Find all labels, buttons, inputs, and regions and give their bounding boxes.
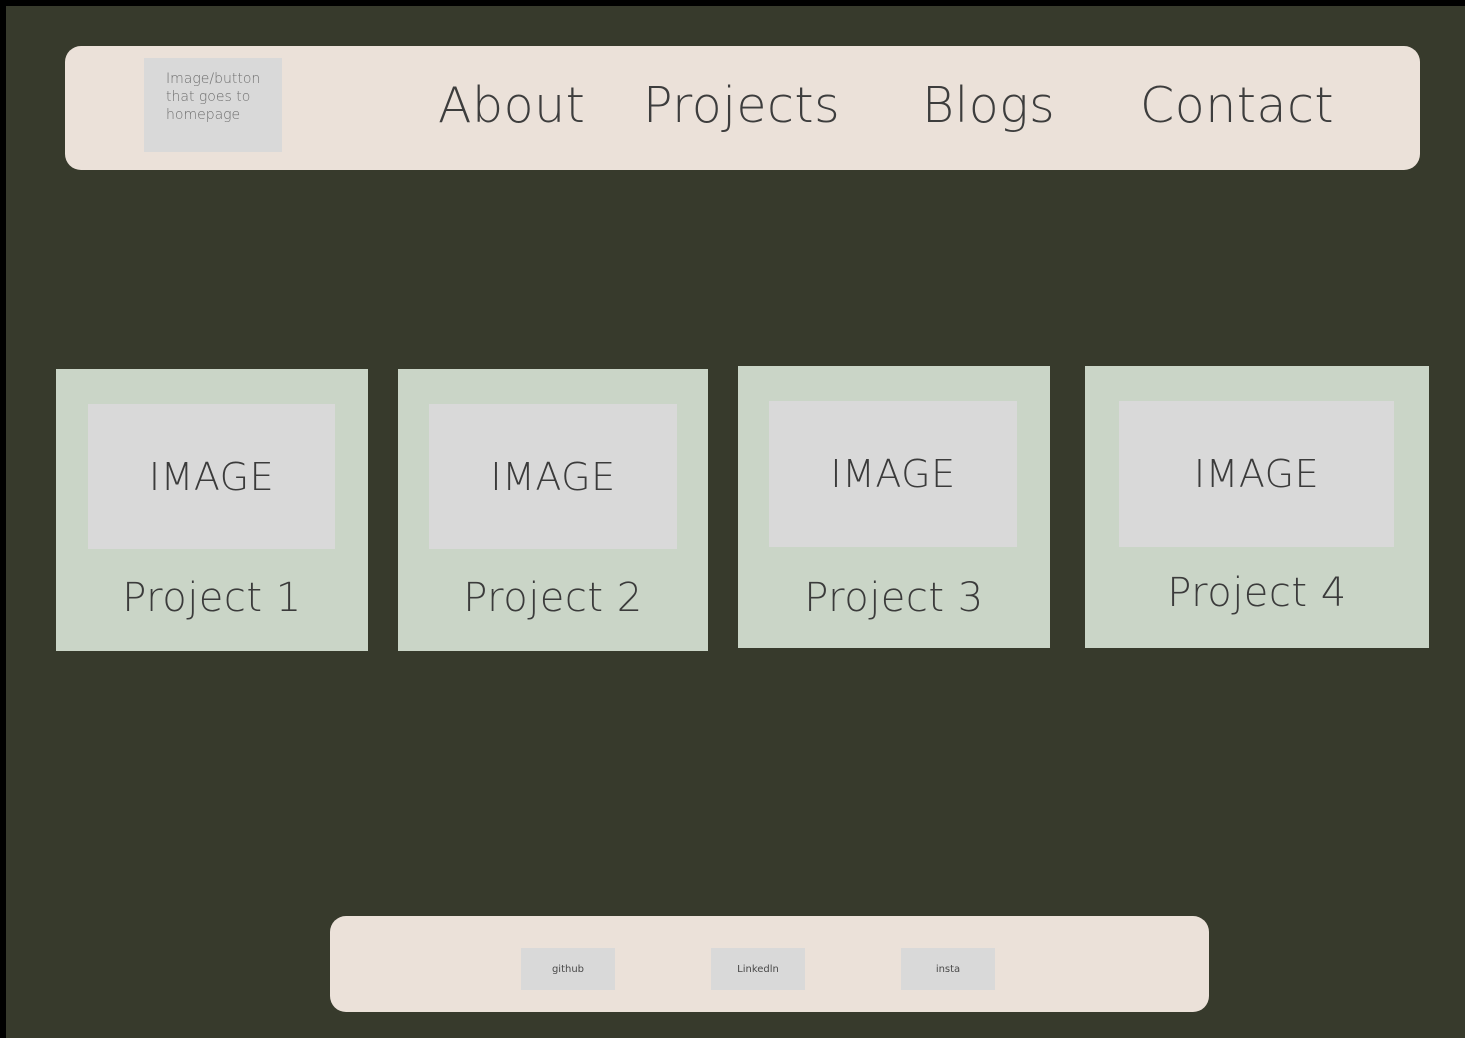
project-card-4[interactable]: IMAGE Project 4 bbox=[1085, 366, 1429, 648]
home-button-label: Image/button that goes to homepage bbox=[166, 71, 261, 123]
navbar: Image/button that goes to homepage About… bbox=[65, 46, 1420, 170]
nav-link-blogs[interactable]: Blogs bbox=[922, 78, 1055, 134]
project-title: Project 1 bbox=[122, 575, 302, 621]
project-image-placeholder: IMAGE bbox=[429, 404, 677, 549]
project-title: Project 4 bbox=[1167, 570, 1347, 616]
linkedin-button[interactable]: Linkedln bbox=[711, 948, 805, 990]
nav-link-about[interactable]: About bbox=[438, 78, 585, 134]
project-image-placeholder: IMAGE bbox=[1119, 401, 1394, 547]
project-title: Project 2 bbox=[463, 575, 643, 621]
home-button[interactable]: Image/button that goes to homepage bbox=[144, 58, 282, 152]
insta-button[interactable]: insta bbox=[901, 948, 995, 990]
project-title: Project 3 bbox=[804, 575, 984, 621]
footer-bar: github Linkedln insta bbox=[330, 916, 1209, 1012]
project-card-2[interactable]: IMAGE Project 2 bbox=[398, 369, 708, 651]
project-card-3[interactable]: IMAGE Project 3 bbox=[738, 366, 1050, 648]
project-image-placeholder: IMAGE bbox=[88, 404, 335, 549]
page-canvas: Image/button that goes to homepage About… bbox=[6, 6, 1465, 1038]
nav-link-contact[interactable]: Contact bbox=[1140, 78, 1334, 134]
nav-link-projects[interactable]: Projects bbox=[643, 78, 840, 134]
project-image-placeholder: IMAGE bbox=[769, 401, 1017, 547]
project-card-1[interactable]: IMAGE Project 1 bbox=[56, 369, 368, 651]
github-button[interactable]: github bbox=[521, 948, 615, 990]
